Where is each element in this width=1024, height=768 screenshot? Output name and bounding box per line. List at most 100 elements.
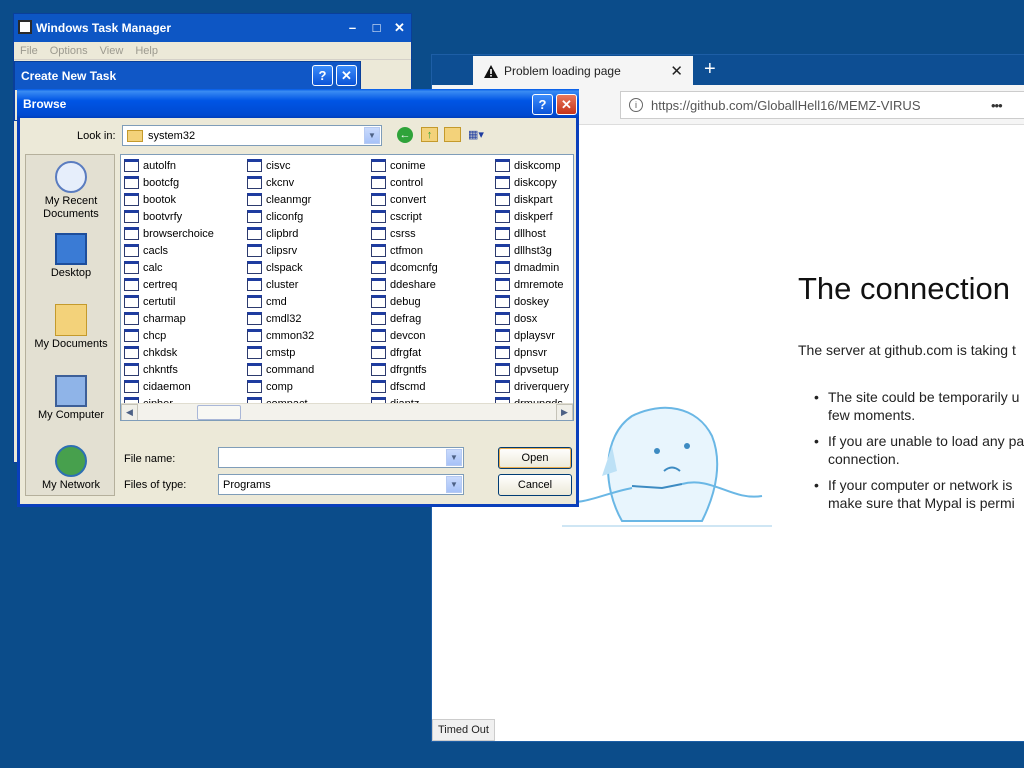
new-tab-button[interactable]: + bbox=[704, 58, 716, 81]
file-item[interactable]: devcon bbox=[371, 327, 438, 344]
look-in-dropdown[interactable]: system32 ▼ bbox=[122, 125, 382, 146]
file-item[interactable]: diskpart bbox=[495, 191, 569, 208]
menu-file[interactable]: File bbox=[20, 45, 38, 57]
task-manager-titlebar[interactable]: Windows Task Manager – □ ✕ bbox=[14, 14, 411, 42]
maximize-icon[interactable]: □ bbox=[366, 17, 387, 38]
file-item[interactable]: dfrgfat bbox=[371, 344, 438, 361]
file-item[interactable]: dmremote bbox=[495, 276, 569, 293]
file-item[interactable]: cacls bbox=[124, 242, 214, 259]
browse-titlebar[interactable]: Browse ? ✕ bbox=[17, 89, 579, 118]
place-desktop[interactable]: Desktop bbox=[26, 233, 116, 280]
file-item[interactable]: charmap bbox=[124, 310, 214, 327]
file-item[interactable]: control bbox=[371, 174, 438, 191]
file-item[interactable]: cluster bbox=[247, 276, 314, 293]
place-my-recent-documents[interactable]: My Recent Documents bbox=[26, 161, 116, 221]
chevron-down-icon[interactable]: ▼ bbox=[446, 449, 462, 466]
file-item[interactable]: dfscmd bbox=[371, 378, 438, 395]
scroll-right-icon[interactable]: ▶ bbox=[556, 404, 573, 420]
scroll-left-icon[interactable]: ◀ bbox=[121, 404, 138, 420]
file-name-input[interactable]: ▼ bbox=[218, 447, 464, 468]
file-item[interactable]: cisvc bbox=[247, 157, 314, 174]
file-item[interactable]: browserchoice bbox=[124, 225, 214, 242]
file-item[interactable]: ckcnv bbox=[247, 174, 314, 191]
file-item[interactable]: diskcopy bbox=[495, 174, 569, 191]
open-button[interactable]: Open bbox=[498, 447, 572, 469]
help-icon[interactable]: ? bbox=[532, 94, 553, 115]
back-icon[interactable]: ← bbox=[397, 127, 413, 143]
file-item[interactable]: cidaemon bbox=[124, 378, 214, 395]
file-item[interactable]: certutil bbox=[124, 293, 214, 310]
menu-view[interactable]: View bbox=[100, 45, 124, 57]
file-item[interactable]: defrag bbox=[371, 310, 438, 327]
file-list[interactable]: autolfn bootcfg bootok bootvrfy browserchoic… bbox=[120, 154, 574, 421]
file-item[interactable]: chcp bbox=[124, 327, 214, 344]
file-item[interactable]: dfrgntfs bbox=[371, 361, 438, 378]
file-item[interactable]: ctfmon bbox=[371, 242, 438, 259]
file-item[interactable]: certreq bbox=[124, 276, 214, 293]
info-icon[interactable]: i bbox=[629, 98, 643, 112]
file-item[interactable]: cmstp bbox=[247, 344, 314, 361]
file-item[interactable]: cleanmgr bbox=[247, 191, 314, 208]
place-my-documents[interactable]: My Documents bbox=[26, 304, 116, 351]
file-item[interactable]: dplaysvr bbox=[495, 327, 569, 344]
new-folder-icon[interactable] bbox=[444, 127, 461, 142]
file-item[interactable]: chkdsk bbox=[124, 344, 214, 361]
file-item[interactable]: dpnsvr bbox=[495, 344, 569, 361]
file-item[interactable]: comp bbox=[247, 378, 314, 395]
close-icon[interactable]: ✕ bbox=[336, 65, 357, 86]
file-item[interactable]: cmdl32 bbox=[247, 310, 314, 327]
close-icon[interactable]: ✕ bbox=[389, 17, 410, 38]
file-item[interactable]: conime bbox=[371, 157, 438, 174]
file-item[interactable]: doskey bbox=[495, 293, 569, 310]
file-item[interactable]: bootcfg bbox=[124, 174, 214, 191]
file-item[interactable]: cscript bbox=[371, 208, 438, 225]
tab-close-icon[interactable]: ✕ bbox=[670, 62, 683, 80]
file-item[interactable]: dpvsetup bbox=[495, 361, 569, 378]
cancel-button[interactable]: Cancel bbox=[498, 474, 572, 496]
file-item[interactable]: clspack bbox=[247, 259, 314, 276]
file-item[interactable]: chkntfs bbox=[124, 361, 214, 378]
url-bar[interactable]: i https://github.com/GloballHell16/MEMZ-… bbox=[620, 91, 1024, 119]
create-task-titlebar[interactable]: Create New Task ? ✕ bbox=[15, 62, 360, 90]
file-item[interactable]: dllhost bbox=[495, 225, 569, 242]
place-my-network[interactable]: My Network bbox=[26, 445, 116, 492]
file-item[interactable]: cmd bbox=[247, 293, 314, 310]
file-item[interactable]: dmadmin bbox=[495, 259, 569, 276]
menu-help[interactable]: Help bbox=[135, 45, 158, 57]
file-item[interactable]: cmmon32 bbox=[247, 327, 314, 344]
file-item[interactable]: bootok bbox=[124, 191, 214, 208]
view-menu-icon[interactable]: ▦▾ bbox=[468, 127, 492, 142]
chevron-down-icon[interactable]: ▼ bbox=[446, 476, 462, 493]
close-icon[interactable]: ✕ bbox=[556, 94, 577, 115]
url-text[interactable]: https://github.com/GloballHell16/MEMZ-VI… bbox=[651, 98, 920, 113]
menu-options[interactable]: Options bbox=[50, 45, 88, 57]
tab-problem-loading[interactable]: Problem loading page ✕ bbox=[473, 56, 693, 86]
file-item[interactable]: autolfn bbox=[124, 157, 214, 174]
file-item[interactable]: diskperf bbox=[495, 208, 569, 225]
file-item[interactable]: clipsrv bbox=[247, 242, 314, 259]
chevron-down-icon[interactable]: ▼ bbox=[364, 127, 380, 144]
file-item[interactable]: dcomcnfg bbox=[371, 259, 438, 276]
up-folder-icon[interactable]: ↑ bbox=[421, 127, 438, 142]
file-item[interactable]: cliconfg bbox=[247, 208, 314, 225]
file-item[interactable]: debug bbox=[371, 293, 438, 310]
file-item[interactable]: convert bbox=[371, 191, 438, 208]
file-item[interactable]: csrss bbox=[371, 225, 438, 242]
place-my-computer[interactable]: My Computer bbox=[26, 375, 116, 422]
page-actions-icon[interactable]: ••• bbox=[991, 98, 1003, 113]
file-item[interactable]: driverquery bbox=[495, 378, 569, 395]
file-item[interactable]: dllhst3g bbox=[495, 242, 569, 259]
file-name: control bbox=[390, 176, 424, 189]
file-item[interactable]: command bbox=[247, 361, 314, 378]
file-item[interactable]: calc bbox=[124, 259, 214, 276]
help-icon[interactable]: ? bbox=[312, 65, 333, 86]
file-item[interactable]: dosx bbox=[495, 310, 569, 327]
horizontal-scrollbar[interactable]: ◀ ▶ bbox=[121, 403, 573, 420]
minimize-icon[interactable]: – bbox=[342, 17, 363, 38]
file-item[interactable]: diskcomp bbox=[495, 157, 569, 174]
file-type-dropdown[interactable]: Programs ▼ bbox=[218, 474, 464, 495]
file-item[interactable]: ddeshare bbox=[371, 276, 438, 293]
file-item[interactable]: clipbrd bbox=[247, 225, 314, 242]
file-item[interactable]: bootvrfy bbox=[124, 208, 214, 225]
scrollbar-thumb[interactable] bbox=[197, 405, 241, 420]
